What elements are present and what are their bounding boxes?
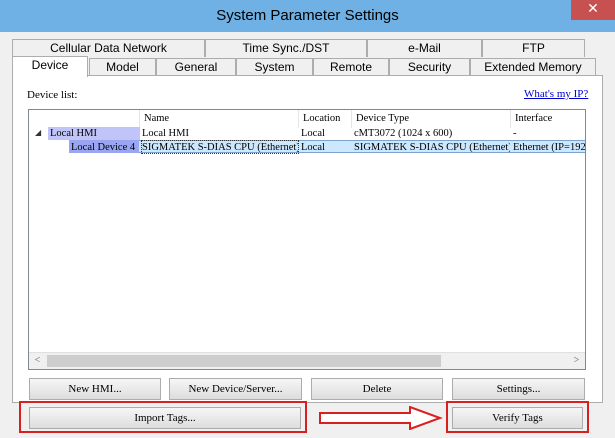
column-header-tree[interactable] xyxy=(29,110,140,128)
window-title: System Parameter Settings xyxy=(216,7,399,24)
row-local-device-4-interface[interactable]: Ethernet (IP=192 xyxy=(513,141,585,154)
device-list[interactable]: Name Location Device Type Interface ◢ Lo… xyxy=(28,109,586,370)
tab-system[interactable]: System xyxy=(236,58,313,76)
annotation-arrow-icon xyxy=(319,406,443,430)
column-header-interface[interactable]: Interface xyxy=(511,110,585,128)
device-list-label: Device list: xyxy=(27,89,78,101)
tab-general[interactable]: General xyxy=(156,58,236,76)
tree-node-local-hmi[interactable]: Local HMI xyxy=(50,127,138,140)
tab-ftp[interactable]: FTP xyxy=(482,39,585,57)
delete-button[interactable]: Delete xyxy=(311,378,443,400)
scroll-left-icon[interactable]: < xyxy=(29,353,46,369)
import-tags-button[interactable]: Import Tags... xyxy=(29,407,301,429)
whats-my-ip-link[interactable]: What's my IP? xyxy=(524,88,588,100)
title-bar: System Parameter Settings ✕ xyxy=(0,0,615,32)
verify-tags-button[interactable]: Verify Tags xyxy=(452,407,583,429)
tab-remote[interactable]: Remote xyxy=(313,58,389,76)
tree-node-local-device-4[interactable]: Local Device 4 xyxy=(71,141,139,154)
row-local-device-4-location[interactable]: Local xyxy=(301,141,351,154)
row-local-hmi-location[interactable]: Local xyxy=(301,127,351,140)
row-local-hmi-interface[interactable]: - xyxy=(513,127,585,140)
row-local-device-4-name[interactable]: SIGMATEK S-DIAS CPU (Ethernet) xyxy=(141,140,299,154)
close-icon[interactable]: ✕ xyxy=(571,0,615,20)
scrollbar-thumb[interactable] xyxy=(47,355,441,367)
settings-button[interactable]: Settings... xyxy=(452,378,585,400)
new-hmi-button[interactable]: New HMI... xyxy=(29,378,161,400)
tab-time-sync-dst[interactable]: Time Sync./DST xyxy=(205,39,367,57)
column-header-name[interactable]: Name xyxy=(140,110,299,128)
tab-cellular-data-network[interactable]: Cellular Data Network xyxy=(12,39,205,57)
tab-security[interactable]: Security xyxy=(389,58,470,76)
column-header-location[interactable]: Location xyxy=(299,110,352,128)
column-header-device-type[interactable]: Device Type xyxy=(352,110,511,128)
scroll-right-icon[interactable]: > xyxy=(568,353,585,369)
row-local-device-4-device-type[interactable]: SIGMATEK S-DIAS CPU (Ethernet) xyxy=(354,141,510,154)
tree-expand-icon[interactable]: ◢ xyxy=(35,128,45,138)
row-local-hmi-device-type[interactable]: cMT3072 (1024 x 600) xyxy=(354,127,510,140)
tab-device[interactable]: Device xyxy=(12,56,88,77)
tab-model[interactable]: Model xyxy=(89,58,156,76)
tab-extended-memory[interactable]: Extended Memory xyxy=(470,58,596,76)
row-local-hmi-name[interactable]: Local HMI xyxy=(142,127,299,140)
new-device-server-button[interactable]: New Device/Server... xyxy=(169,378,302,400)
horizontal-scrollbar[interactable]: < > xyxy=(29,352,585,369)
tab-email[interactable]: e-Mail xyxy=(367,39,482,57)
